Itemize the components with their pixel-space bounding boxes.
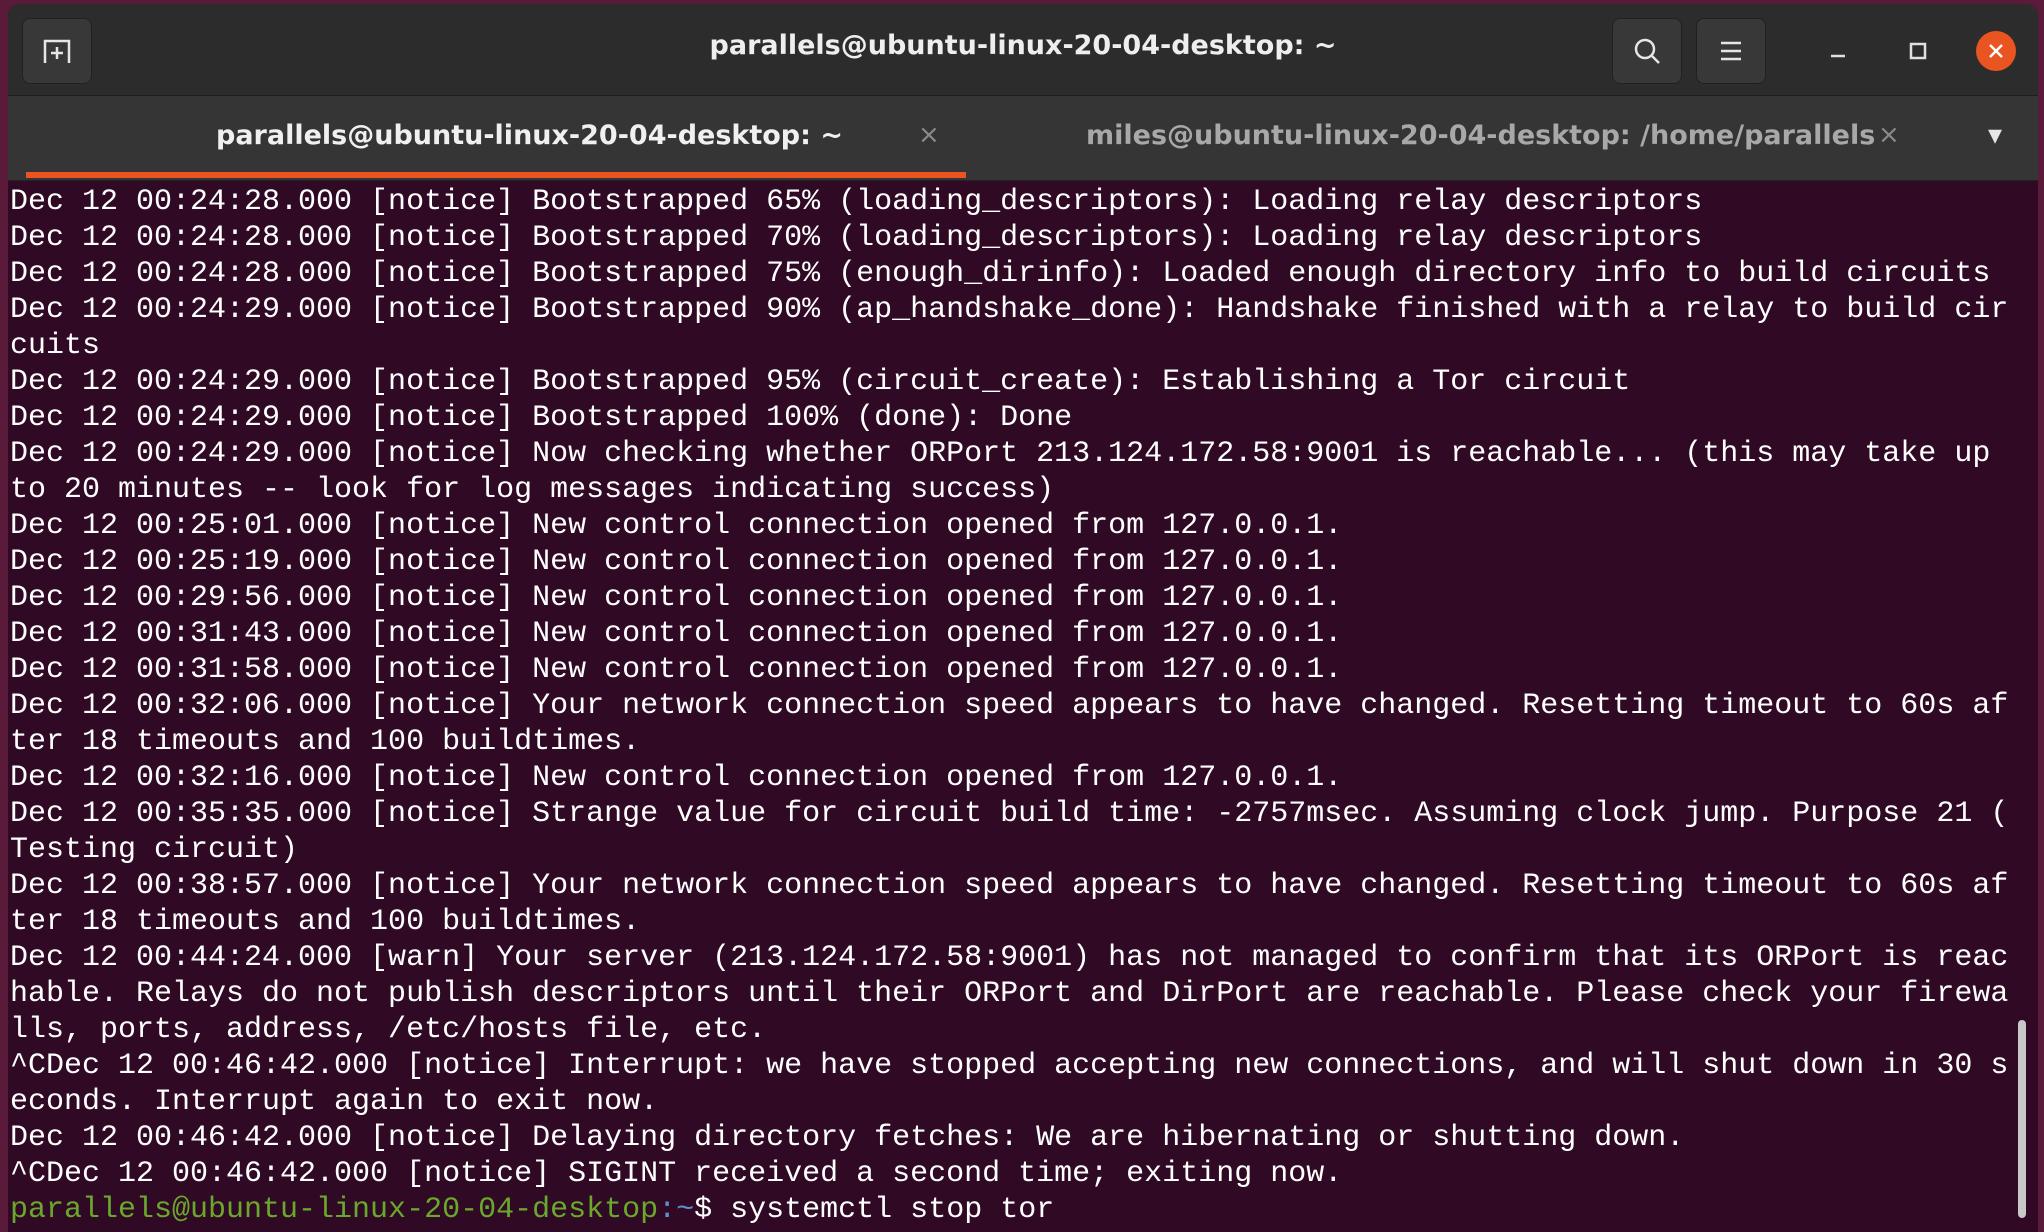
tab-parallels[interactable]: parallels@ubuntu-linux-20-04-desktop: ~ …: [26, 96, 966, 180]
search-icon: [1634, 38, 1660, 64]
terminal-line: Dec 12 00:25:01.000 [notice] New control…: [10, 509, 1343, 543]
tab-miles[interactable]: miles@ubuntu-linux-20-04-desktop: /home/…: [966, 96, 1966, 180]
tab-label: parallels@ubuntu-linux-20-04-desktop: ~: [216, 120, 843, 151]
terminal-line: Dec 12 00:32:06.000 [notice] Your networ…: [10, 689, 2009, 723]
terminal-line: Dec 12 00:24:29.000 [notice] Bootstrappe…: [10, 293, 2009, 327]
scrollbar[interactable]: [2018, 1020, 2026, 1218]
terminal-line: cuits: [10, 329, 101, 363]
menu-button[interactable]: [1696, 18, 1766, 84]
terminal-output[interactable]: Dec 12 00:24:28.000 [notice] Bootstrappe…: [10, 184, 2010, 1228]
minimize-icon: [1831, 54, 1845, 58]
terminal-line: Dec 12 00:38:57.000 [notice] Your networ…: [10, 869, 2009, 903]
tab-dropdown-icon[interactable]: ▾: [1988, 118, 2002, 151]
terminal-line: ter 18 timeouts and 100 buildtimes.: [10, 725, 641, 759]
terminal-line: Dec 12 00:29:56.000 [notice] New control…: [10, 581, 1343, 615]
terminal-line: ^CDec 12 00:46:42.000 [notice] Interrupt…: [10, 1049, 2009, 1083]
terminal-line: to 20 minutes -- look for log messages i…: [10, 473, 1055, 507]
terminal-line: Dec 12 00:25:19.000 [notice] New control…: [10, 545, 1343, 579]
terminal-window: parallels@ubuntu-linux-20-04-desktop: ~ …: [8, 4, 2038, 1232]
terminal-line: Dec 12 00:24:28.000 [notice] Bootstrappe…: [10, 221, 1703, 255]
terminal-line: Dec 12 00:24:29.000 [notice] Bootstrappe…: [10, 401, 1073, 435]
hamburger-menu-icon: [1721, 41, 1741, 61]
minimize-button[interactable]: [1818, 31, 1858, 71]
tab-label: miles@ubuntu-linux-20-04-desktop: /home/…: [1086, 120, 1876, 151]
maximize-icon: [1909, 42, 1927, 60]
prompt-path: ~: [676, 1193, 695, 1227]
prompt-separator: :: [658, 1193, 677, 1227]
tab-bar: parallels@ubuntu-linux-20-04-desktop: ~ …: [8, 96, 2038, 181]
terminal-line: lls, ports, address, /etc/hosts file, et…: [10, 1013, 767, 1047]
terminal-line: Dec 12 00:35:35.000 [notice] Strange val…: [10, 797, 2009, 831]
terminal-line: Dec 12 00:24:28.000 [notice] Bootstrappe…: [10, 257, 1991, 291]
terminal-line: ter 18 timeouts and 100 buildtimes.: [10, 905, 641, 939]
terminal-line: Dec 12 00:46:42.000 [notice] Delaying di…: [10, 1121, 1685, 1155]
prompt-command: systemctl stop tor: [730, 1193, 1055, 1227]
close-icon: [1989, 44, 2003, 58]
prompt-line[interactable]: parallels@ubuntu-linux-20-04-desktop:~$ …: [10, 1192, 2010, 1228]
terminal-line: econds. Interrupt again to exit now.: [10, 1085, 659, 1119]
title-bar: parallels@ubuntu-linux-20-04-desktop: ~: [8, 4, 2038, 96]
terminal-line: Dec 12 00:24:29.000 [notice] Bootstrappe…: [10, 365, 1631, 399]
prompt-user-host: parallels@ubuntu-linux-20-04-desktop: [10, 1193, 659, 1227]
terminal-line: Dec 12 00:31:58.000 [notice] New control…: [10, 653, 1343, 687]
terminal-line: Dec 12 00:32:16.000 [notice] New control…: [10, 761, 1343, 795]
terminal-line: Testing circuit): [10, 833, 299, 867]
terminal-line: ^CDec 12 00:46:42.000 [notice] SIGINT re…: [10, 1157, 1343, 1191]
prompt-symbol: $: [694, 1193, 731, 1227]
tab-close-icon[interactable]: ×: [918, 120, 940, 150]
terminal-line: Dec 12 00:44:24.000 [warn] Your server (…: [10, 941, 2009, 975]
close-button[interactable]: [1976, 31, 2016, 71]
active-tab-indicator: [26, 172, 966, 178]
terminal-line: hable. Relays do not publish descriptors…: [10, 977, 2009, 1011]
maximize-button[interactable]: [1898, 31, 1938, 71]
search-button[interactable]: [1612, 18, 1682, 84]
terminal-line: Dec 12 00:24:29.000 [notice] Now checkin…: [10, 437, 1991, 471]
terminal-line: Dec 12 00:24:28.000 [notice] Bootstrappe…: [10, 185, 1703, 219]
tab-close-icon[interactable]: ×: [1878, 120, 1900, 150]
terminal-line: Dec 12 00:31:43.000 [notice] New control…: [10, 617, 1343, 651]
